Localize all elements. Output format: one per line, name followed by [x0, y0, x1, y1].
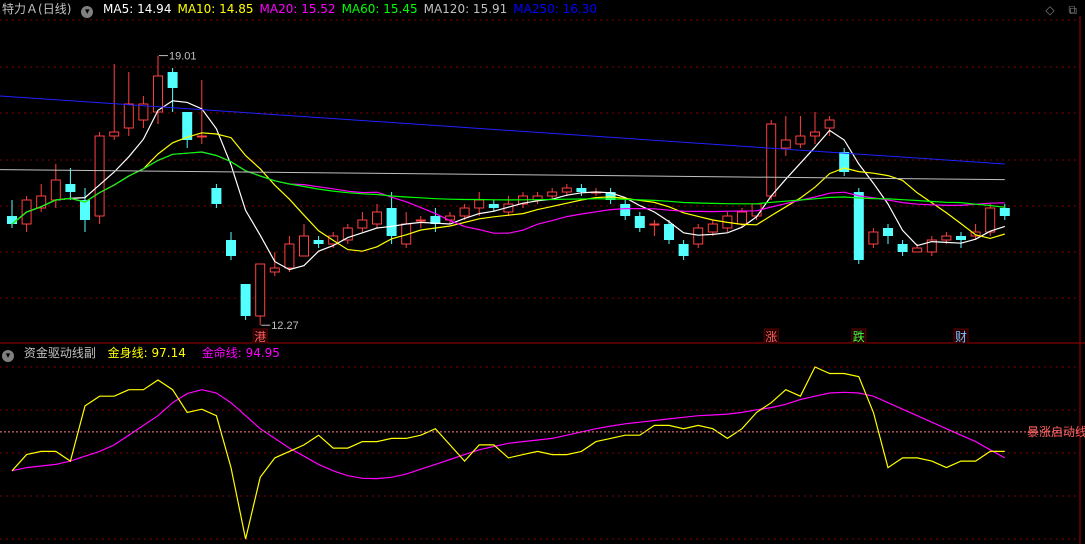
candle-body [240, 284, 251, 316]
event-marker: 涨 [765, 329, 777, 344]
candle-body [853, 192, 864, 260]
candle-body [985, 207, 996, 233]
candle-body [488, 204, 499, 208]
candle-body [80, 200, 90, 220]
candle-body [737, 211, 747, 225]
candle-body [372, 211, 382, 225]
candle-body [941, 235, 952, 241]
candle-body [269, 267, 280, 273]
candle-body [576, 188, 587, 192]
candle-body [561, 187, 572, 193]
life-line-legend: 金命线: 94.95 [201, 346, 280, 360]
candle-body [196, 135, 207, 138]
candle-body [620, 204, 631, 216]
candle-body [94, 135, 105, 217]
candle-body [123, 103, 134, 129]
sub-legend: ▾ 资金驱动线副 金身线: 97.14 金命线: 94.95 [2, 345, 292, 362]
ma-legend-item: MA5: 14.94 [103, 2, 172, 16]
ma120-line [0, 169, 1005, 181]
low-price-label: 12.27 [271, 320, 299, 332]
candle-body [707, 223, 718, 233]
candle-body [50, 179, 61, 201]
candle-body [868, 231, 879, 245]
candle-body [284, 243, 295, 269]
event-marker: 财 [955, 330, 967, 344]
diamond-icon[interactable]: ◇ [1045, 3, 1054, 17]
candle-body [255, 263, 266, 317]
main-legend: 特力Ａ(日线) ▾ MA5: 14.94 MA10: 14.85 MA20: 15.… [2, 1, 603, 18]
candle-body [211, 188, 222, 204]
indicator-name[interactable]: 资金驱动线副 [24, 346, 96, 360]
event-marker: 港 [254, 330, 266, 344]
ma-legend-item: MA60: 15.45 [341, 2, 418, 16]
candle-body [634, 216, 645, 228]
ma-legend-item: MA120: 15.91 [423, 2, 508, 16]
stock-chart-window: 19.01 12.27 港 涨 跌 财暴涨启动线 特力Ａ(日线) ▾ MA5: 14.94… [0, 0, 1085, 544]
candle-body [766, 123, 777, 197]
candle-body [897, 244, 908, 252]
ma250-line [0, 95, 1005, 165]
candle-body [65, 184, 76, 192]
ma-legend-item: MA250: 16.30 [513, 2, 597, 16]
candle-body [678, 244, 689, 256]
candle-body [795, 135, 806, 145]
candle-body [459, 207, 470, 217]
ma-legend-item: MA10: 14.85 [177, 2, 254, 16]
candle-body [415, 219, 426, 222]
ma-legend-item: MA20: 15.52 [259, 2, 336, 16]
candle-body [313, 240, 324, 244]
chart-canvas[interactable]: 19.01 12.27 港 涨 跌 财暴涨启动线 [0, 0, 1085, 544]
candle-body [226, 240, 236, 256]
candle-body [693, 227, 704, 245]
event-marker: 跌 [853, 329, 865, 344]
life-line [11, 389, 1006, 480]
candle-body [474, 199, 485, 209]
candle-body [999, 208, 1010, 216]
high-price-label: 19.01 [169, 51, 197, 63]
candle-body [810, 131, 820, 137]
candle-body [299, 235, 309, 257]
chevron-down-icon[interactable]: ▾ [2, 350, 14, 362]
candle-body [912, 247, 923, 253]
candle-body [386, 208, 397, 236]
gold-line-legend: 金身线: 97.14 [107, 346, 186, 360]
candle-body [357, 219, 368, 229]
candle-body [167, 72, 178, 88]
ma-legend-items: MA5: 14.94 MA10: 14.85 MA20: 15.52 MA60: 15… [103, 2, 603, 16]
candle-body [883, 228, 893, 236]
candle-body [649, 223, 660, 226]
surge-threshold-label: 暴涨启动线 [1027, 424, 1085, 439]
candle-body [664, 224, 674, 240]
stock-name: 特力Ａ [2, 2, 39, 16]
candle-body [780, 139, 791, 149]
chevron-down-icon[interactable]: ▾ [81, 6, 94, 18]
chart-period: (日线) [38, 2, 72, 16]
restore-icon[interactable]: ⧉ [1068, 3, 1077, 17]
stock-title[interactable]: 特力Ａ(日线) [2, 2, 81, 16]
window-controls: ◇ ⧉ [1045, 3, 1077, 18]
candle-body [7, 216, 17, 224]
candle-body [109, 131, 120, 137]
candle-body [824, 119, 835, 129]
candle-body [956, 236, 966, 240]
candle-body [547, 191, 558, 197]
